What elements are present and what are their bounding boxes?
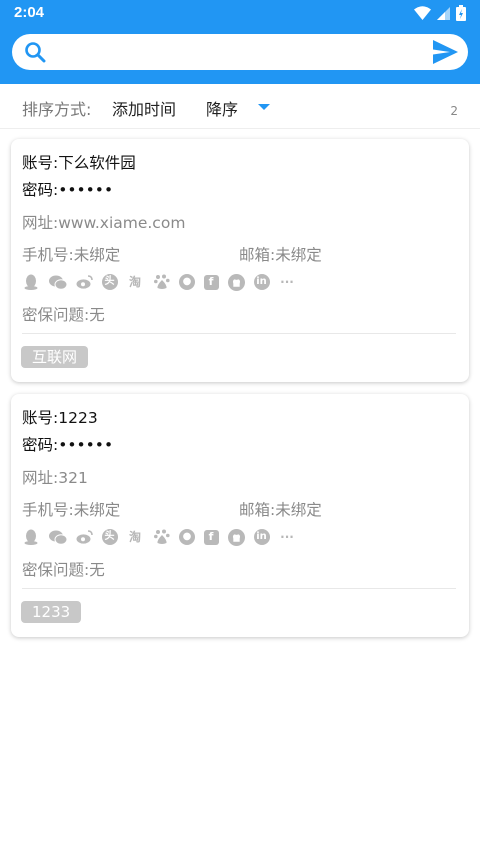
social-icons: 头 淘 ● f in ··· xyxy=(22,528,296,546)
card-divider xyxy=(22,588,456,589)
search-input[interactable] xyxy=(58,38,432,68)
account-row: 账号:1223 xyxy=(22,406,98,428)
wechat-icon xyxy=(48,273,67,291)
url-value[interactable]: www.xiame.com xyxy=(58,214,185,232)
other-icon: ● xyxy=(179,529,195,545)
taobao-icon: 淘 xyxy=(128,530,141,544)
phone-value: 未绑定 xyxy=(73,246,121,264)
account-value: 1223 xyxy=(58,409,98,427)
more-icon[interactable]: ··· xyxy=(278,273,296,291)
battery-icon xyxy=(456,5,466,21)
email-value: 未绑定 xyxy=(275,246,322,264)
toutiao-icon: 头 xyxy=(101,529,118,545)
qq-icon xyxy=(22,528,40,546)
security-row: 密保问题:无 xyxy=(22,303,105,325)
url-label: 网址: xyxy=(22,469,59,487)
more-icon[interactable]: ··· xyxy=(278,528,296,546)
account-card[interactable]: 账号:下么软件园 密码:•••••• 网址:www.xiame.com 手机号:… xyxy=(11,139,469,382)
status-time: 2:04 xyxy=(14,4,45,21)
email-row: 邮箱:未绑定 xyxy=(239,243,322,265)
password-row: 密码:•••••• xyxy=(22,178,113,200)
phone-row: 手机号:未绑定 xyxy=(22,498,120,520)
top-app-bar: 2:04 xyxy=(0,0,480,84)
sort-order-selector[interactable]: 降序 xyxy=(206,96,238,120)
account-label: 账号: xyxy=(22,409,59,427)
signal-icon xyxy=(437,6,450,20)
dropdown-arrow-icon[interactable] xyxy=(258,104,270,110)
phone-label: 手机号: xyxy=(22,246,74,264)
search-icon[interactable] xyxy=(24,41,46,63)
account-label: 账号: xyxy=(22,154,59,172)
url-row: 网址:321 xyxy=(22,466,88,488)
category-tag[interactable]: 1233 xyxy=(21,601,82,623)
baidu-icon xyxy=(153,528,171,546)
account-value: 下么软件园 xyxy=(58,154,136,172)
phone-row: 手机号:未绑定 xyxy=(22,243,120,265)
email-row: 邮箱:未绑定 xyxy=(239,498,322,520)
password-value[interactable]: •••••• xyxy=(58,181,113,199)
category-tag[interactable]: 互联网 xyxy=(21,346,89,368)
facebook-icon: f xyxy=(203,274,219,290)
password-label: 密码: xyxy=(22,436,59,454)
email-value: 未绑定 xyxy=(275,501,322,519)
sort-bar: 排序方式: 添加时间 降序 2 xyxy=(0,84,480,129)
wechat-icon xyxy=(48,528,67,546)
baidu-icon xyxy=(153,273,171,291)
phone-label: 手机号: xyxy=(22,501,74,519)
security-value: 无 xyxy=(89,561,105,579)
taobao-icon: 淘 xyxy=(128,275,141,289)
status-icons xyxy=(414,4,466,22)
url-value[interactable]: 321 xyxy=(58,469,88,487)
url-label: 网址: xyxy=(22,214,59,232)
url-row: 网址:www.xiame.com xyxy=(22,211,185,233)
email-label: 邮箱: xyxy=(239,501,276,519)
other-icon: ● xyxy=(179,274,195,290)
card-divider xyxy=(22,333,456,334)
social-icons: 头 淘 ● f in ··· xyxy=(22,273,296,291)
security-label: 密保问题: xyxy=(22,306,90,324)
facebook-icon: f xyxy=(203,529,219,545)
wifi-icon xyxy=(414,6,431,20)
account-row: 账号:下么软件园 xyxy=(22,151,136,173)
item-count: 2 xyxy=(450,104,458,118)
account-card[interactable]: 账号:1223 密码:•••••• 网址:321 手机号:未绑定 邮箱:未绑定 … xyxy=(11,394,469,637)
password-value[interactable]: •••••• xyxy=(58,436,113,454)
qq-icon xyxy=(22,273,40,291)
password-label: 密码: xyxy=(22,181,59,199)
email-label: 邮箱: xyxy=(239,246,276,264)
password-row: 密码:•••••• xyxy=(22,433,113,455)
status-bar: 2:04 xyxy=(0,0,480,26)
weibo-icon xyxy=(75,528,93,546)
weibo-icon xyxy=(75,273,93,291)
phone-value: 未绑定 xyxy=(73,501,121,519)
linkedin-icon: in xyxy=(253,529,270,545)
search-bar[interactable] xyxy=(12,34,468,70)
github-icon xyxy=(227,273,245,291)
github-icon xyxy=(227,528,245,546)
toutiao-icon: 头 xyxy=(101,274,118,290)
security-row: 密保问题:无 xyxy=(22,558,105,580)
security-value: 无 xyxy=(89,306,105,324)
linkedin-icon: in xyxy=(253,274,270,290)
send-icon[interactable] xyxy=(433,40,458,64)
sort-label: 排序方式: xyxy=(22,100,92,119)
security-label: 密保问题: xyxy=(22,561,90,579)
sort-field-selector[interactable]: 添加时间 xyxy=(112,96,176,120)
